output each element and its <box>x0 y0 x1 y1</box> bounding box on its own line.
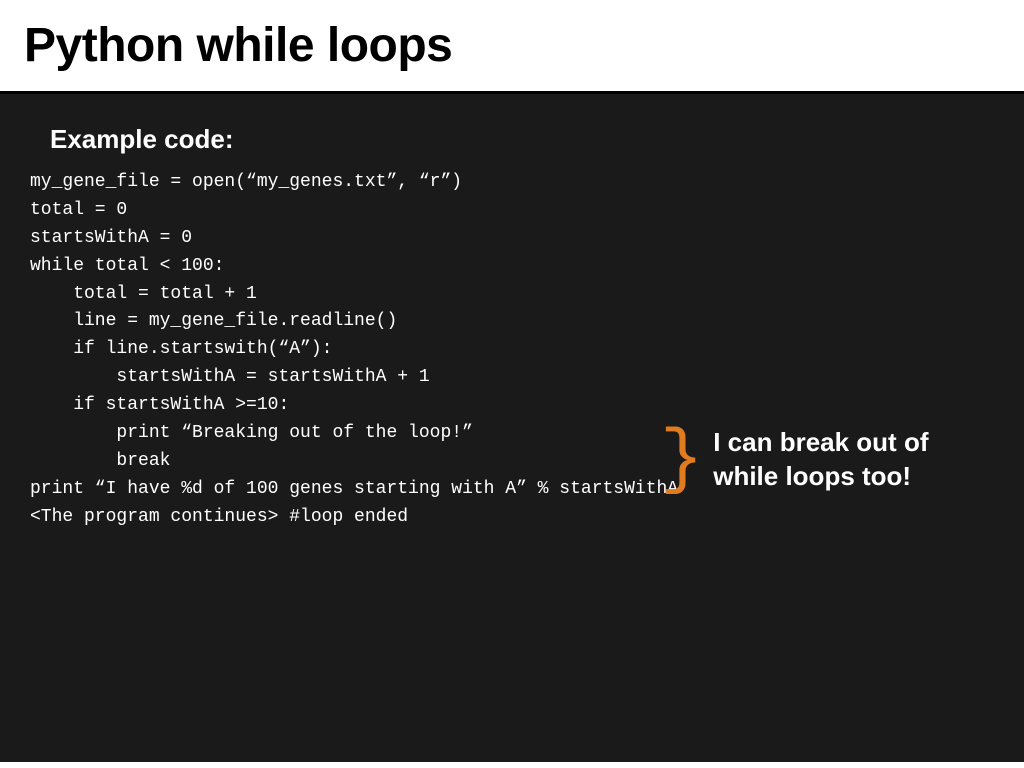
page-title: Python while loops <box>24 18 1000 73</box>
annotation-text: I can break out of while loops too! <box>713 426 983 494</box>
example-label: Example code: <box>50 124 994 155</box>
content-area: Example code: my_gene_file = open(“my_ge… <box>0 94 1024 762</box>
closing-brace-icon: } <box>660 424 703 496</box>
annotation-container: } I can break out of while loops too! <box>660 424 983 496</box>
page-header: Python while loops <box>0 0 1024 94</box>
